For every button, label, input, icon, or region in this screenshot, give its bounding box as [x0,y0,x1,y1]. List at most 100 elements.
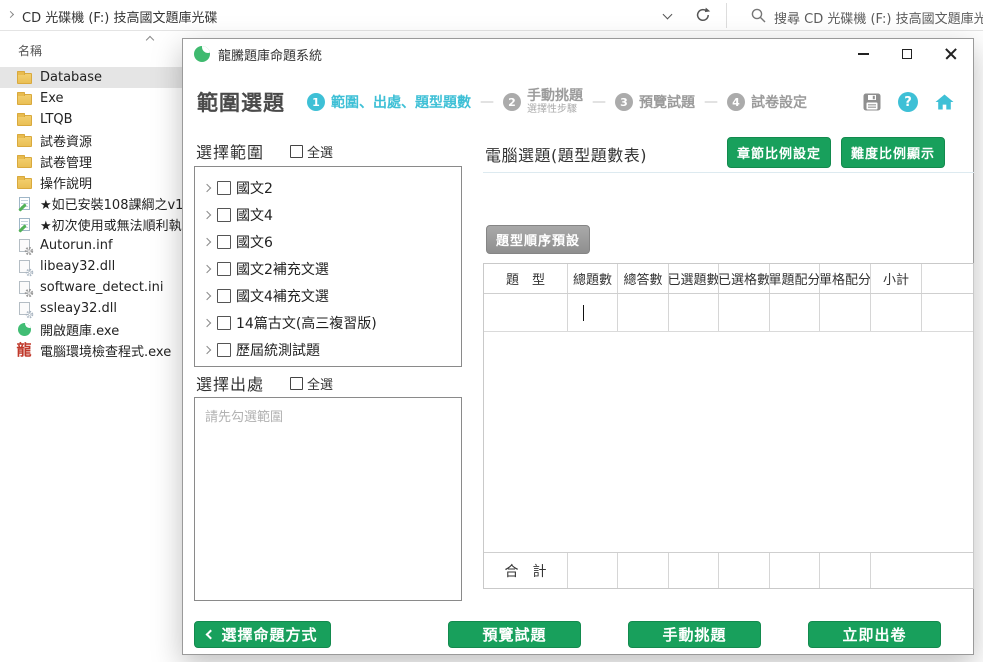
file-row-softwaredetect[interactable]: software_detect.ini [0,277,182,298]
manual-pick-button[interactable]: 手動挑題 [628,621,761,648]
tree-item-past-exams[interactable]: 歷屆統測試題 [202,336,461,363]
computer-selection-title: 電腦選題(題型題數表) [485,142,647,166]
checkbox[interactable] [217,343,231,357]
expand-chevron-icon[interactable] [203,264,211,272]
checkbox[interactable] [217,289,231,303]
back-to-mode-button[interactable]: 選擇命題方式 [194,621,331,648]
checkbox[interactable] [217,262,231,276]
dll-file-icon [16,259,32,275]
app-window-title: 龍騰題庫命題系統 [218,45,322,64]
checkbox[interactable] [217,316,231,330]
close-button[interactable] [929,39,973,69]
total-selected-blanks [719,553,770,588]
toolbar-separator [726,3,727,28]
tree-item-guowen2-supplement[interactable]: 國文2補充文選 [202,255,461,282]
expand-chevron-icon[interactable] [203,345,211,353]
home-icon[interactable] [934,92,955,112]
total-total-answers [618,553,669,588]
preview-questions-button[interactable]: 預覽試題 [448,621,581,648]
difficulty-ratio-button[interactable]: 難度比例顯示 [841,137,945,168]
sort-ascending-icon[interactable] [146,36,154,44]
cell-selected-blanks[interactable] [719,294,770,331]
minimize-button[interactable] [841,39,885,69]
select-all-checkbox[interactable] [290,377,303,390]
explorer-toolbar: CD 光碟機 (F:) 技高國文題庫光碟 搜尋 CD 光碟機 (F:) 技高國文… [0,0,983,31]
total-selected-questions [669,553,719,588]
file-row-ltqb[interactable]: LTQB [0,109,182,130]
table-total-row: 合 計 [484,552,973,588]
page-title: 範圍選題 [197,87,285,117]
cell-empty[interactable] [922,294,973,331]
header-total-answers: 總答數 [618,264,669,293]
maximize-button[interactable] [885,39,929,69]
step-1-range[interactable]: 1 範圍、出處、題型題數 [307,92,471,112]
file-row-autorun[interactable]: Autorun.inf [0,235,182,256]
file-row-exe[interactable]: Exe [0,88,182,109]
step-2-manual-pick[interactable]: 2 手動挑題 選擇性步驟 [503,88,583,116]
file-row-readme2[interactable]: ★初次使用或無法順利執行 [0,214,182,235]
source-section-title: 選擇出處 [196,371,264,395]
step-2-sublabel: 選擇性步驟 [527,104,583,116]
range-section-title: 選擇範圍 [196,139,264,163]
checkbox[interactable] [217,208,231,222]
cell-subtotal[interactable] [871,294,922,331]
address-dropdown-icon[interactable] [663,10,673,20]
app-titlebar: 龍騰題庫命題系統 [183,39,973,69]
expand-chevron-icon[interactable] [203,291,211,299]
refresh-icon[interactable] [694,6,712,24]
breadcrumb[interactable]: CD 光碟機 (F:) 技高國文題庫光碟 [22,7,217,26]
range-section-header: 選擇範圍 全選 [196,139,333,163]
cell-total-answers[interactable] [618,294,669,331]
expand-chevron-icon[interactable] [203,210,211,218]
total-subtotal [871,553,973,588]
tree-item-14-classics[interactable]: 14篇古文(高三複習版) [202,309,461,336]
save-icon[interactable] [862,92,882,112]
question-type-table: 題 型 總題數 總答數 已選題數 已選格數 單題配分 單格配分 小計 合 計 [483,263,974,589]
file-row-manual[interactable]: 操作說明 [0,172,182,193]
cell-points-per-blank[interactable] [820,294,871,331]
expand-chevron-icon[interactable] [203,318,211,326]
header-total-questions: 總題數 [568,264,618,293]
checkbox[interactable] [217,181,231,195]
file-row-env-check[interactable]: 龍 電腦環境檢查程式.exe [0,340,182,361]
cell-total-questions[interactable] [568,294,618,331]
file-row-open-qbank[interactable]: 開啟題庫.exe [0,319,182,340]
file-row-database[interactable]: Database [0,67,182,88]
header-subtotal: 小計 [871,264,922,293]
config-file-icon [16,280,32,296]
question-order-preset-button[interactable]: 題型順序預設 [486,225,590,254]
total-points-per-blank [820,553,871,588]
help-icon[interactable] [898,92,918,112]
step-4-paper-settings[interactable]: 4 試卷設定 [727,92,807,112]
file-row-readme1[interactable]: ★如已安裝108課綱之v1.0 [0,193,182,214]
source-select-all[interactable]: 全選 [290,374,333,393]
total-points-per-question [770,553,820,588]
folder-icon [16,91,32,107]
text-cursor [583,305,585,321]
expand-chevron-icon[interactable] [203,237,211,245]
select-all-checkbox[interactable] [290,145,303,158]
generate-paper-button[interactable]: 立即出卷 [808,621,941,648]
checkbox[interactable] [217,235,231,249]
tree-item-guowen2[interactable]: 國文2 [202,174,461,201]
cell-selected-questions[interactable] [669,294,719,331]
tree-item-guowen6[interactable]: 國文6 [202,228,461,255]
file-row-libeay[interactable]: libeay32.dll [0,256,182,277]
step-3-preview[interactable]: 3 預覽試題 [615,92,695,112]
tree-item-guowen4[interactable]: 國文4 [202,201,461,228]
expand-chevron-icon[interactable] [203,183,211,191]
folder-icon [16,112,32,128]
cell-points-per-question[interactable] [770,294,820,331]
tree-item-guowen4-supplement[interactable]: 國文4補充文選 [202,282,461,309]
search-input[interactable]: 搜尋 CD 光碟機 (F:) 技高國文題庫光碟 [774,8,983,27]
name-column-header[interactable]: 名稱 [18,42,42,59]
range-select-all[interactable]: 全選 [290,142,333,161]
chapter-ratio-button[interactable]: 章節比例設定 [727,137,831,168]
dragon-logo-icon: 龍 [16,343,32,359]
cell-question-type[interactable] [484,294,568,331]
notepad-icon [16,217,32,233]
file-row-exam-resource[interactable]: 試卷資源 [0,130,182,151]
file-row-ssleay[interactable]: ssleay32.dll [0,298,182,319]
file-row-exam-manage[interactable]: 試卷管理 [0,151,182,172]
source-list-box: 請先勾選範圍 [194,397,462,601]
